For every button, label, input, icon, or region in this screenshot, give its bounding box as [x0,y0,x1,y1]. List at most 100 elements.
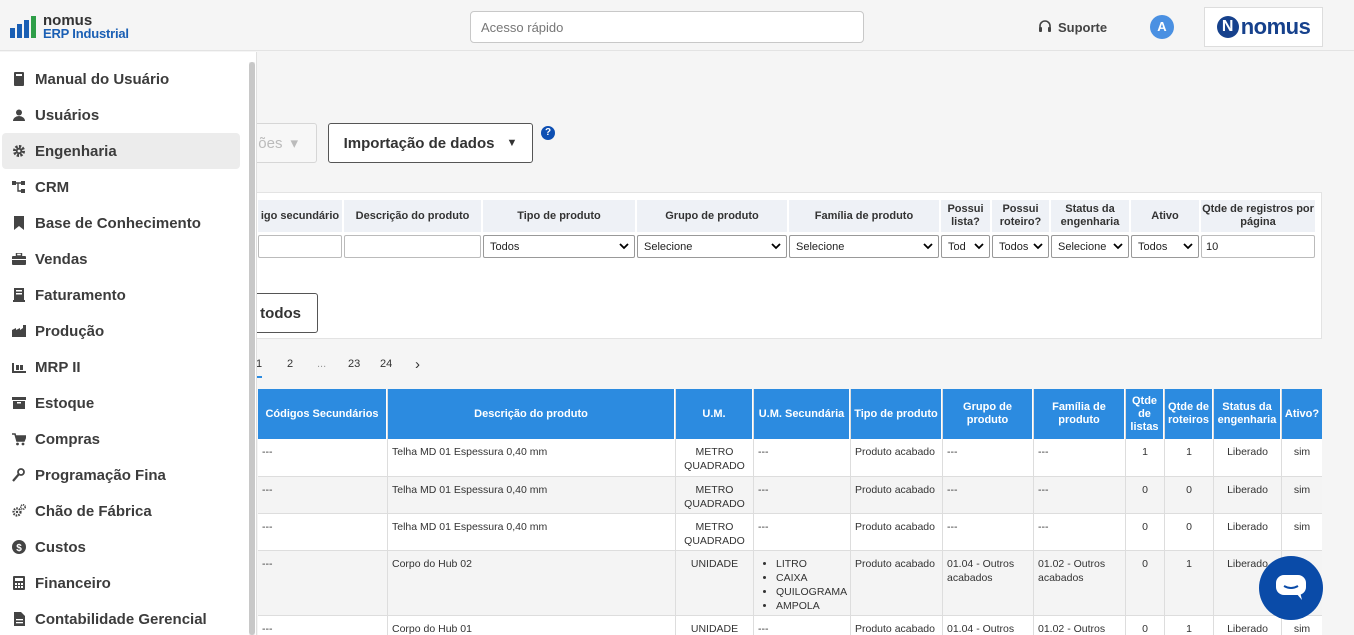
chat-button[interactable] [1259,556,1323,620]
cell-um: METRO QUADRADO [684,484,745,510]
engineering-status-select[interactable]: Selecione [1051,235,1129,258]
filter-header-engineering-status: Status da engenharia [1051,200,1129,232]
col-active[interactable]: Ativo? [1282,389,1322,439]
product-type-select[interactable]: Todos [483,235,635,258]
sidebar-item-label: MRP II [35,358,81,376]
col-engineering-status[interactable]: Status da engenharia [1214,389,1281,439]
cell-engineering-status: Liberado [1227,521,1268,533]
page-24-link[interactable]: 24 [380,358,392,376]
nomus-erp-logo[interactable]: nomus ERP Industrial [10,12,130,42]
cell-um: METRO QUADRADO [684,446,745,472]
col-product-group[interactable]: Grupo de produto [943,389,1033,439]
has-routing-select[interactable]: Todos [992,235,1049,258]
chevron-down-icon [1033,243,1043,250]
sidebar-item-label: Compras [35,430,101,448]
table-row[interactable]: --- Telha MD 01 Espessura 0,40 mm METRO … [258,477,1322,514]
sidebar-item-label: Custos [35,538,86,556]
sidebar-item-purchases[interactable]: Compras [2,421,240,457]
nomus-brand-logo: N nomus [1204,7,1323,47]
page-2-link[interactable]: 2 [287,358,293,376]
table-row[interactable]: --- Telha MD 01 Espessura 0,40 mm METRO … [258,439,1322,477]
quick-access-input[interactable] [470,11,864,43]
sidebar-item-costs[interactable]: $ Custos [2,529,240,565]
active-select[interactable]: Todos [1131,235,1199,258]
records-per-page-input[interactable]: 10 [1201,235,1315,258]
cell-list-count: 0 [1142,521,1148,533]
support-label: Suporte [1058,19,1108,35]
cell-product-family: 01.02 - Outros acabados [1038,558,1106,584]
sidebar-item-label: Usuários [35,106,100,124]
sidebar-item-user-manual[interactable]: Manual do Usuário [2,61,240,97]
sidebar-item-billing[interactable]: Faturamento [2,277,240,313]
description-input[interactable] [344,235,481,258]
col-secondary-codes[interactable]: Códigos Secundários [258,389,387,439]
tool-icon [12,468,26,482]
col-routing-count[interactable]: Qtde de roteiros [1165,389,1213,439]
cell-um-secondary: --- [758,521,769,533]
next-page-icon[interactable]: › [415,356,420,374]
cell-product-group: --- [947,521,958,533]
col-product-family[interactable]: Família de produto [1034,389,1125,439]
list-item: QUILOGRAMA [776,585,847,599]
brand-text: nomus [1240,14,1311,39]
table-row[interactable]: --- Telha MD 01 Espessura 0,40 mm METRO … [258,514,1322,551]
sidebar-scrollbar[interactable] [249,62,255,635]
sidebar-item-mrp-ii[interactable]: MRP II [2,349,240,385]
col-description[interactable]: Descrição do produto [388,389,675,439]
sidebar-item-crm[interactable]: CRM [2,169,240,205]
sidebar-item-shop-floor[interactable]: Chão de Fábrica [2,493,240,529]
product-type-value: Todos [490,240,520,253]
product-group-select[interactable]: Selecione [637,235,787,258]
sidebar-item-engineering[interactable]: Engenharia [2,133,240,169]
cell-active: sim [1293,521,1311,533]
secondary-code-input[interactable] [258,235,342,258]
has-routing-value: Todos [999,240,1029,253]
cell-product-type: Produto acabado [855,623,935,635]
top-header: nomus ERP Industrial Suporte A N nomus [0,0,1354,51]
product-family-value: Selecione [796,240,845,253]
chevron-down-icon [619,243,629,250]
col-product-type[interactable]: Tipo de produto [851,389,942,439]
support-link[interactable]: Suporte [1038,18,1107,36]
sidebar-item-label: Faturamento [35,286,126,304]
sidebar-item-inventory[interactable]: Estoque [2,385,240,421]
col-um[interactable]: U.M. [676,389,753,439]
filter-header-records-per-page: Qtde de registros por página [1201,200,1315,232]
sidebar-item-knowledge-base[interactable]: Base de Conhecimento [2,205,240,241]
cell-um: UNIDADE [690,558,739,570]
sidebar-item-label: CRM [35,178,70,196]
list-item: AMPOLA [776,599,847,613]
filter-header-has-list: Possui lista? [941,200,990,232]
sidebar-scrollbar-thumb[interactable] [249,62,255,635]
help-icon[interactable]: ? [541,126,555,140]
sidebar-item-production[interactable]: Produção [2,313,240,349]
cell-secondary-codes: --- [262,558,273,570]
col-list-count[interactable]: Qtde de listas [1126,389,1164,439]
sidebar-item-financial[interactable]: Financeiro [2,565,240,601]
sidebar-item-fine-scheduling[interactable]: Programação Fina [2,457,240,493]
col-um-secondary[interactable]: U.M. Secundária [754,389,850,439]
chevron-down-icon [771,243,781,250]
dollar-icon: $ [12,540,26,554]
engineering-status-value: Selecione [1058,240,1107,253]
table-row[interactable]: --- Corpo do Hub 01 UNIDADE --- Produto … [258,616,1322,635]
has-list-select[interactable]: Tod [941,235,990,258]
caret-down-icon: ▼ [506,137,518,149]
sidebar-item-users[interactable]: Usuários [2,97,240,133]
cell-active: sim [1293,446,1311,458]
document-icon [12,612,26,626]
table-row[interactable]: --- Corpo do Hub 02 UNIDADE LITRO CAIXA … [258,551,1322,616]
data-import-dropdown-button[interactable]: Importação de dados ▼ [328,123,533,163]
product-family-select[interactable]: Selecione [789,235,939,258]
sidebar-item-sales[interactable]: Vendas [2,241,240,277]
cell-product-group: 01.04 - Outros [947,623,1015,635]
cell-secondary-codes: --- [262,484,273,496]
sidebar-item-label: Estoque [35,394,95,412]
cell-product-family: --- [1038,521,1049,533]
data-import-label: Importação de dados [343,134,495,152]
user-avatar[interactable]: A [1150,15,1174,39]
column-divider [675,389,676,635]
sidebar-item-management-accounting[interactable]: Contabilidade Gerencial [2,601,240,635]
sidebar-item-label: Vendas [35,250,88,268]
page-23-link[interactable]: 23 [348,358,360,376]
